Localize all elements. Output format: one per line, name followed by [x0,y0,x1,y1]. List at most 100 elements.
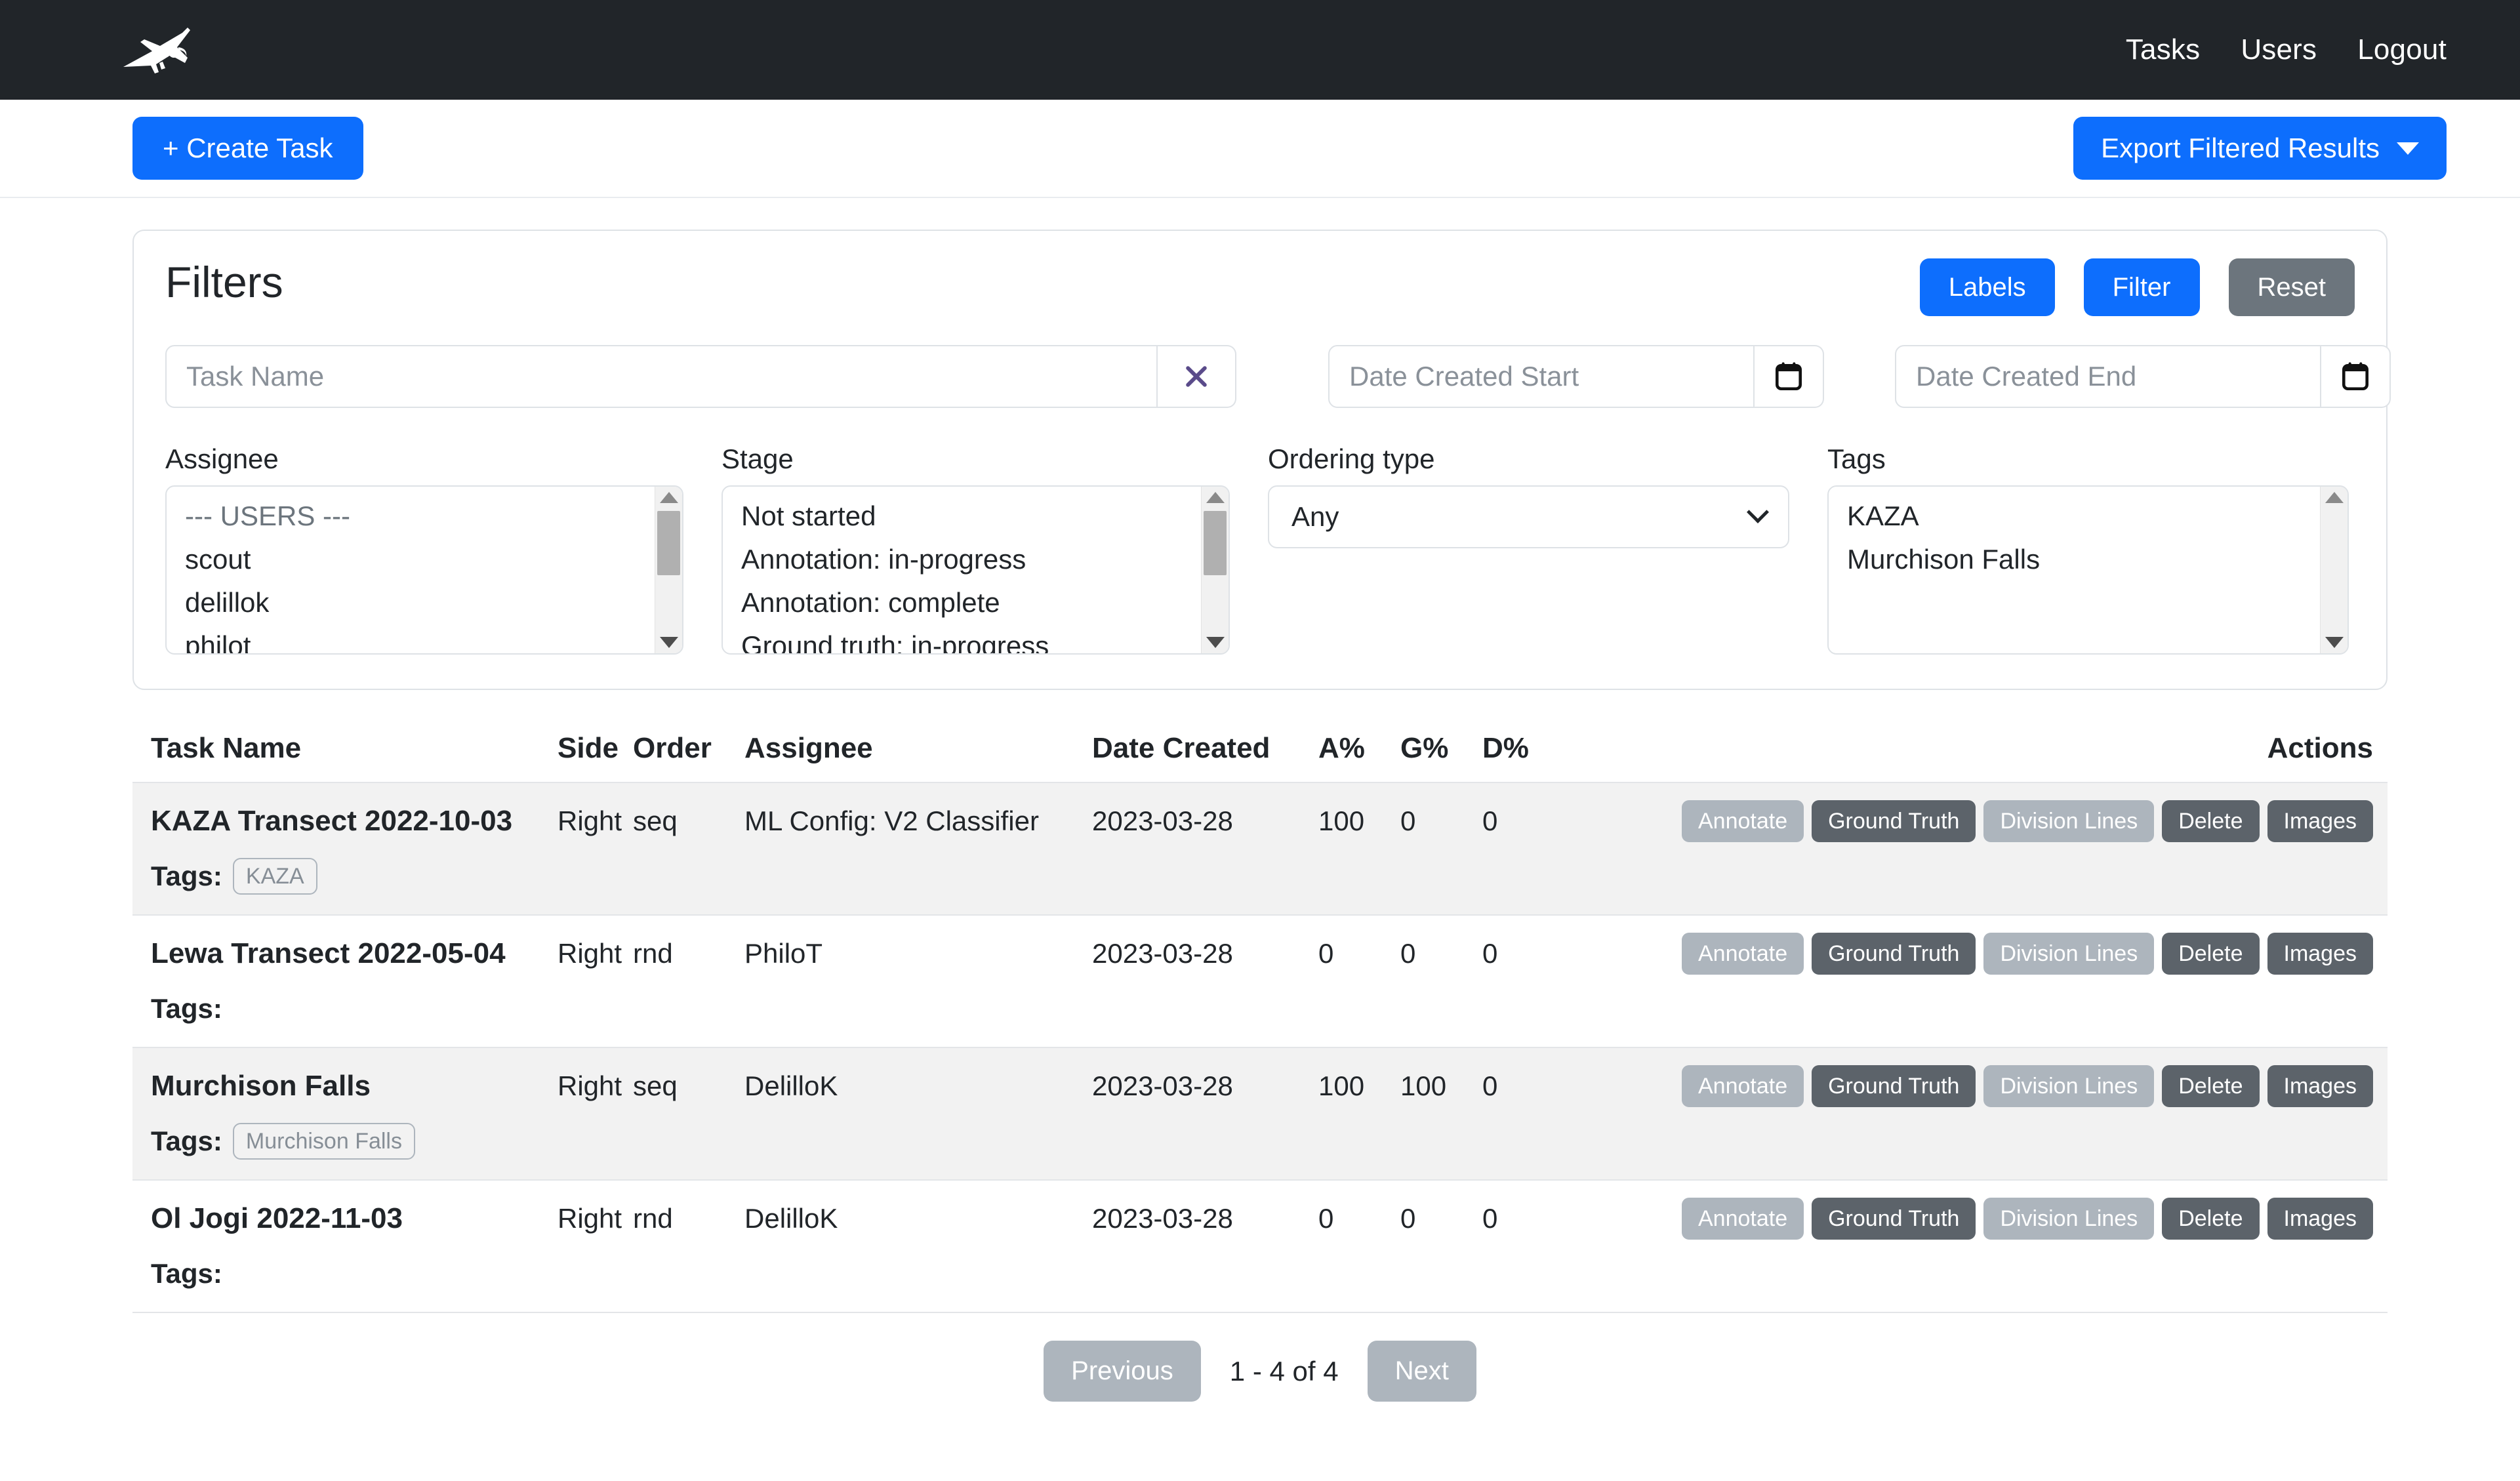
table-row[interactable]: Ol Jogi 2022-11-03 Right rnd DelilloK 20… [132,1179,2388,1312]
ground-truth-button[interactable]: Ground Truth [1812,1198,1976,1240]
tags-scrollbar[interactable] [2320,487,2347,653]
cell-d-percent: 0 [1482,1070,1498,1101]
nav-link-logout[interactable]: Logout [2357,33,2447,66]
task-name-input[interactable] [165,345,1158,408]
table-row[interactable]: Lewa Transect 2022-05-04 Right rnd Philo… [132,914,2388,1047]
division-lines-button[interactable]: Division Lines [1983,1198,2155,1240]
ground-truth-button[interactable]: Ground Truth [1812,800,1976,842]
images-button[interactable]: Images [2267,800,2373,842]
tags-field: Tags KAZA Murchison Falls [1827,443,2349,655]
annotate-button[interactable]: Annotate [1681,933,1804,975]
tags-options: KAZA Murchison Falls [1829,487,2320,653]
images-button[interactable]: Images [2267,933,2373,975]
scroll-up-icon[interactable] [1206,492,1225,503]
division-lines-button[interactable]: Division Lines [1983,800,2155,842]
stage-option-annotation-complete[interactable]: Annotation: complete [723,581,1201,624]
clear-task-name-button[interactable] [1158,345,1236,408]
cell-date-created: 2023-03-28 [1092,938,1233,969]
column-header-a-percent: A% [1318,732,1365,764]
cell-d-percent: 0 [1482,938,1498,969]
cell-task-name: KAZA Transect 2022-10-03 [151,805,513,837]
nav-link-tasks[interactable]: Tasks [2126,33,2200,66]
date-created-end-calendar-button[interactable] [2321,345,2391,408]
images-button[interactable]: Images [2267,1065,2373,1107]
tags-scroll-track[interactable] [2321,503,2347,637]
assignee-option-scout[interactable]: scout [167,538,655,581]
stage-scroll-thumb[interactable] [1204,511,1227,575]
annotate-button[interactable]: Annotate [1681,800,1804,842]
assignee-option-users-header[interactable]: --- USERS --- [167,495,655,538]
ground-truth-button[interactable]: Ground Truth [1812,1065,1976,1107]
row-tags: Tags: [151,1254,2388,1293]
scroll-down-icon[interactable] [659,637,678,648]
assignee-option-delillok[interactable]: delillok [167,581,655,624]
assignee-label: Assignee [165,443,279,474]
filters-row-primary [165,345,2391,408]
cell-order: seq [633,805,678,836]
date-created-start-input[interactable] [1328,345,1755,408]
stage-option-not-started[interactable]: Not started [723,495,1201,538]
delete-button[interactable]: Delete [2162,800,2260,842]
assignee-scroll-track[interactable] [655,503,682,637]
next-page-button[interactable]: Next [1367,1341,1476,1402]
annotate-button[interactable]: Annotate [1681,1198,1804,1240]
nav-link-users[interactable]: Users [2241,33,2317,66]
stage-options: Not started Annotation: in-progress Anno… [723,487,1201,653]
cell-side: Right [558,1203,622,1234]
filter-button[interactable]: Filter [2083,258,2200,316]
scroll-up-icon[interactable] [659,492,678,503]
labels-button[interactable]: Labels [1919,258,2055,316]
table-row-main: KAZA Transect 2022-10-03 Right seq ML Co… [151,800,2388,842]
table-header-row: Task Name Side Order Assignee Date Creat… [132,720,2388,782]
tag-chip[interactable]: Murchison Falls [232,1123,415,1160]
assignee-scrollbar[interactable] [655,487,682,653]
delete-button[interactable]: Delete [2162,933,2260,975]
cell-d-percent: 0 [1482,1203,1498,1234]
scroll-up-icon[interactable] [2325,492,2344,503]
date-created-end-input[interactable] [1895,345,2321,408]
assignee-option-philot[interactable]: philot [167,624,655,653]
stage-option-annotation-in-progress[interactable]: Annotation: in-progress [723,538,1201,581]
filters-action-buttons: Labels Filter Reset [1919,258,2355,316]
stage-scrollbar[interactable] [1201,487,1229,653]
assignee-options: --- USERS --- scout delillok philot [167,487,655,653]
assignee-listbox[interactable]: --- USERS --- scout delillok philot [165,485,683,655]
delete-button[interactable]: Delete [2162,1198,2260,1240]
ordering-type-selected-value: Any [1291,501,1339,532]
ground-truth-button[interactable]: Ground Truth [1812,933,1976,975]
delete-button[interactable]: Delete [2162,1065,2260,1107]
reset-button[interactable]: Reset [2228,258,2355,316]
stage-scroll-track[interactable] [1202,503,1229,637]
stage-listbox[interactable]: Not started Annotation: in-progress Anno… [721,485,1230,655]
filters-title: Filters [165,258,283,306]
chevron-down-icon [2397,142,2419,155]
create-task-button[interactable]: + Create Task [132,117,363,180]
brand-logo-link[interactable] [122,25,199,75]
date-created-start-calendar-button[interactable] [1755,345,1824,408]
division-lines-button[interactable]: Division Lines [1983,1065,2155,1107]
tags-listbox[interactable]: KAZA Murchison Falls [1827,485,2349,655]
annotate-button[interactable]: Annotate [1681,1065,1804,1107]
cell-assignee: ML Config: V2 Classifier [744,805,1039,836]
date-created-start-group [1328,345,1824,408]
scroll-down-icon[interactable] [2325,637,2344,648]
table-row[interactable]: KAZA Transect 2022-10-03 Right seq ML Co… [132,782,2388,914]
ordering-type-field: Ordering type Any [1268,443,1789,655]
ordering-type-select[interactable]: Any [1268,485,1789,548]
tags-option-murchison-falls[interactable]: Murchison Falls [1829,538,2320,581]
tags-option-kaza[interactable]: KAZA [1829,495,2320,538]
export-filtered-results-button[interactable]: Export Filtered Results [2073,117,2447,180]
column-header-task-name: Task Name [151,732,302,764]
tag-chip[interactable]: KAZA [232,858,317,895]
table-row[interactable]: Murchison Falls Right seq DelilloK 2023-… [132,1047,2388,1179]
division-lines-button[interactable]: Division Lines [1983,933,2155,975]
scroll-down-icon[interactable] [1206,637,1225,648]
stage-option-ground-truth-in-progress[interactable]: Ground truth: in-progress [723,624,1201,653]
cell-task-name: Lewa Transect 2022-05-04 [151,937,506,969]
filters-header: Filters Labels Filter Reset [165,258,2355,316]
previous-page-button[interactable]: Previous [1044,1341,1201,1402]
assignee-scroll-thumb[interactable] [657,511,680,575]
table-row-main: Ol Jogi 2022-11-03 Right rnd DelilloK 20… [151,1198,2388,1240]
images-button[interactable]: Images [2267,1198,2373,1240]
row-tags: Tags: Murchison Falls [151,1122,2388,1161]
